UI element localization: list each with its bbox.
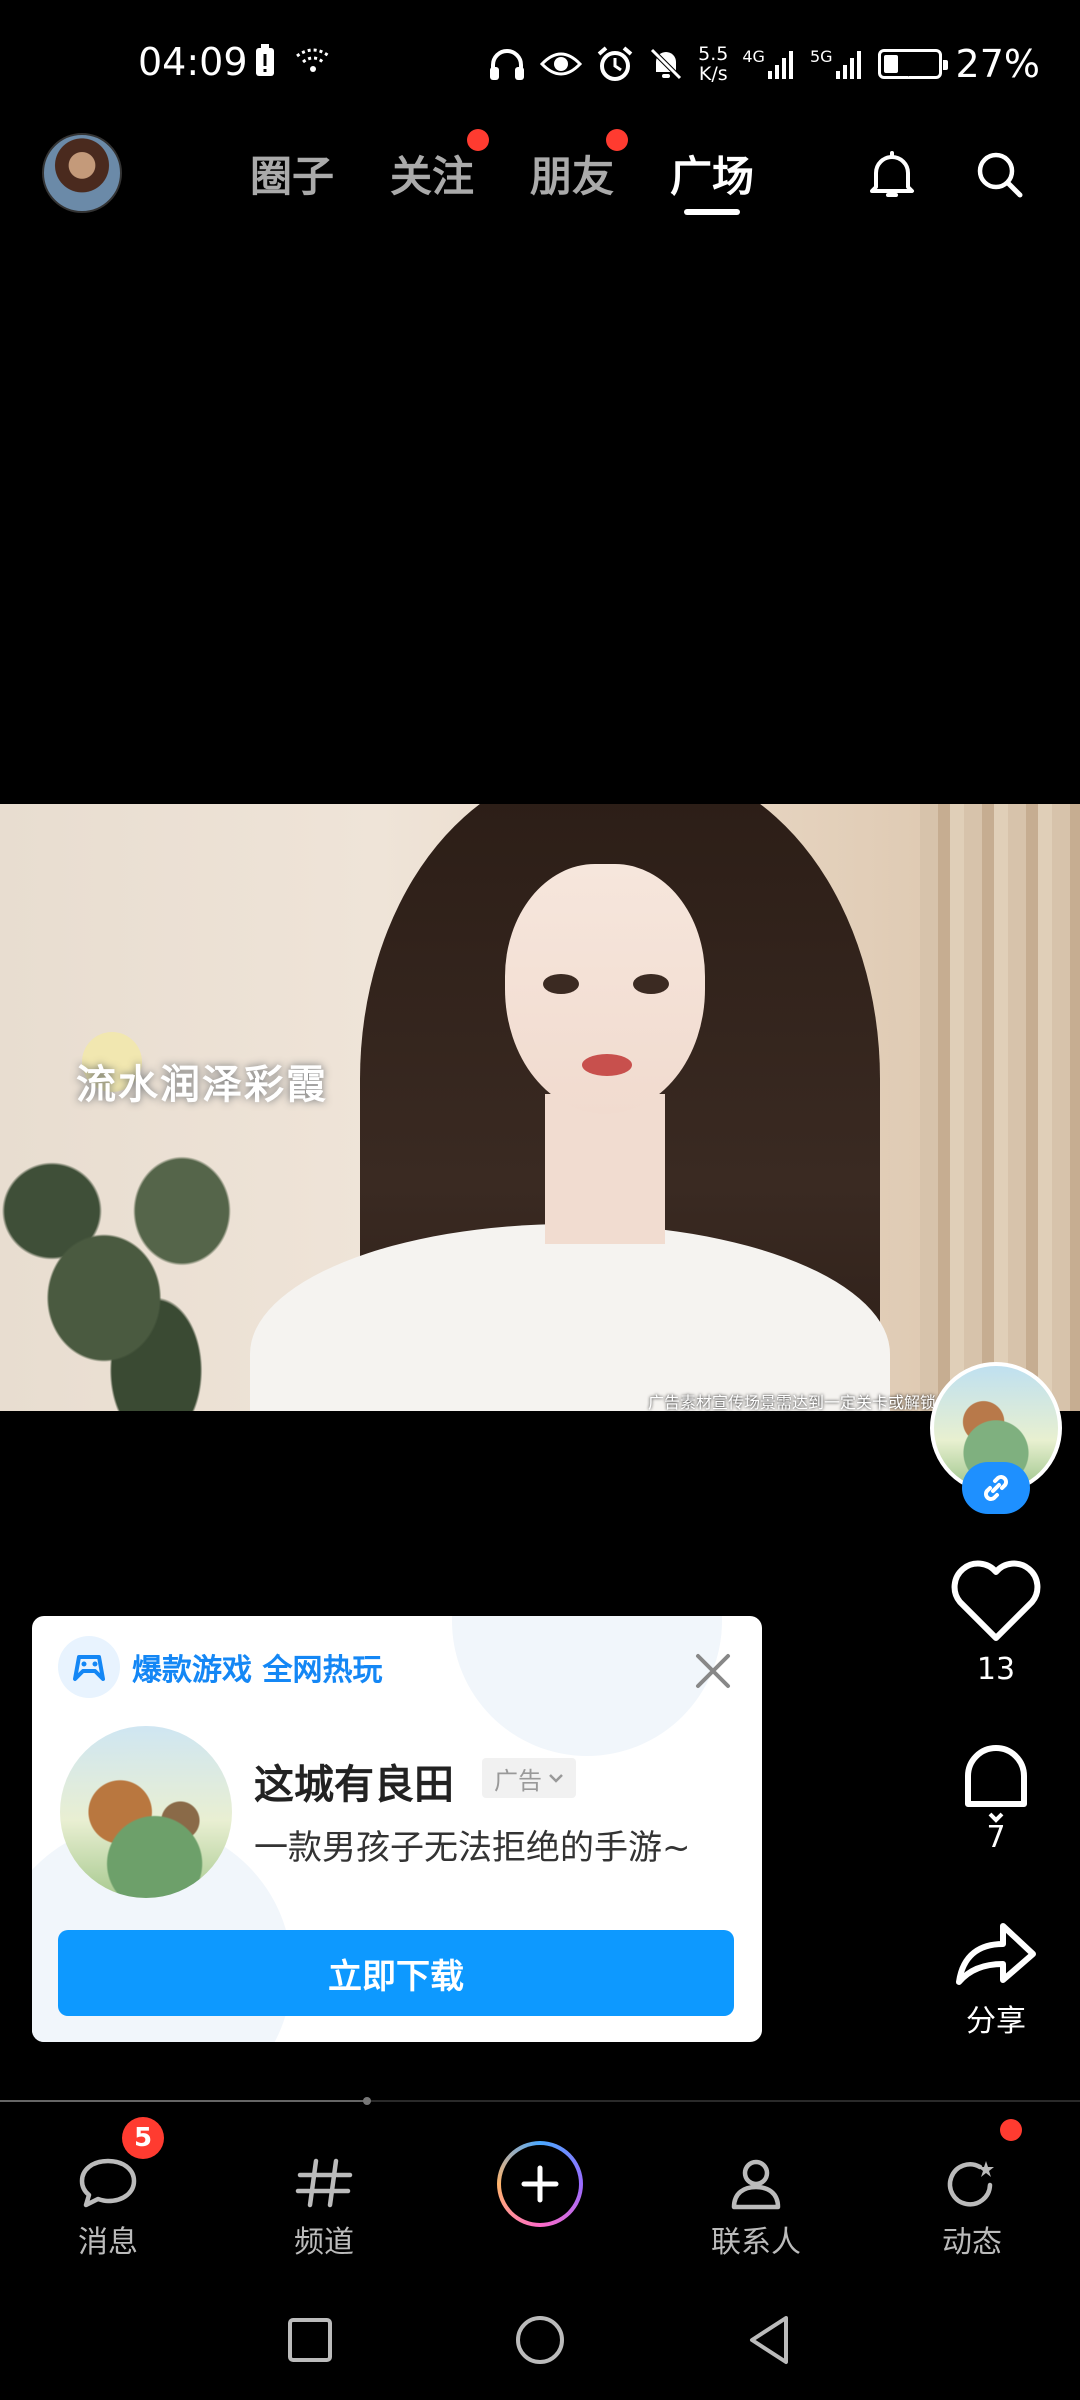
ad-app-icon[interactable] xyxy=(60,1726,232,1898)
nav-messages[interactable]: 消息 xyxy=(28,2155,188,2261)
ad-card[interactable]: 爆款游戏 全网热玩 这城有良田 广告 一款男孩子无法拒绝的手游~ 立即下载 xyxy=(32,1616,762,2042)
alarm-icon xyxy=(597,46,633,81)
following-unread-dot xyxy=(467,129,489,151)
status-time: 04:09 xyxy=(138,40,248,84)
eye-icon xyxy=(540,52,583,76)
user-avatar[interactable] xyxy=(42,133,122,213)
share-arrow-icon xyxy=(956,1923,1036,1985)
battery-icon xyxy=(877,49,948,79)
ad-app-name[interactable]: 这城有良田 xyxy=(254,1752,454,1810)
nav-moments[interactable]: 动态 xyxy=(892,2155,1052,2261)
signal-bars-icon xyxy=(835,51,861,79)
network-speed-value: 5.5 xyxy=(698,43,729,65)
chevron-down-icon xyxy=(549,1774,563,1783)
ad-header-text: 爆款游戏 全网热玩 xyxy=(132,1653,383,1688)
contacts-icon xyxy=(731,2159,781,2210)
ad-card-decoration xyxy=(452,1616,722,1756)
signal-4g: 4G xyxy=(742,49,796,79)
battery-alert-icon xyxy=(256,44,274,76)
moments-unread-dot xyxy=(1000,2119,1022,2141)
status-bar: 04:09 5.5 K/s 4G 5G 27% xyxy=(0,0,1080,130)
comment-count: 7 xyxy=(986,1820,1006,1855)
charging-bolt-icon xyxy=(903,53,918,77)
bell-comment-icon xyxy=(965,1745,1027,1823)
download-button[interactable]: 立即下载 xyxy=(58,1930,734,2016)
share-label: 分享 xyxy=(966,2004,1026,2039)
system-nav-bar xyxy=(0,2300,1080,2400)
video-curtain xyxy=(920,804,1080,1411)
network-speed-unit: K/s xyxy=(698,63,728,85)
share-button[interactable]: 分享 xyxy=(940,1918,1052,2040)
nav-messages-label: 消息 xyxy=(78,2225,138,2260)
friends-unread-dot xyxy=(606,129,628,151)
search-icon[interactable] xyxy=(970,145,1030,205)
video-player[interactable]: 流水润泽彩霞 广告素材宣传场景需达到一定关卡或解锁后实现 xyxy=(0,804,1080,1411)
create-post-button[interactable] xyxy=(497,2141,583,2227)
video-overlay-text: 流水润泽彩霞 xyxy=(76,1061,328,1108)
nav-moments-label: 动态 xyxy=(942,2225,1002,2260)
hashtag-icon xyxy=(295,2158,353,2208)
link-icon xyxy=(984,1475,1008,1501)
ad-description: 一款男孩子无法拒绝的手游~ xyxy=(254,1828,691,1868)
tab-following[interactable]: 关注 xyxy=(390,143,474,204)
refresh-star-icon xyxy=(947,2161,994,2207)
message-icon xyxy=(79,2158,137,2208)
video-progress-knob[interactable] xyxy=(363,2097,371,2105)
wifi-icon xyxy=(296,48,330,72)
video-lips xyxy=(582,1054,632,1076)
messages-badge: 5 xyxy=(122,2117,164,2159)
home-circle-icon[interactable] xyxy=(510,2310,570,2370)
tab-circles[interactable]: 圈子 xyxy=(250,143,334,204)
ad-header-icon-wrap xyxy=(58,1636,120,1698)
signal-5g: 5G xyxy=(810,49,864,79)
video-progress-bar[interactable] xyxy=(0,2097,1080,2105)
link-badge[interactable] xyxy=(962,1462,1030,1514)
status-left-icons xyxy=(254,44,332,78)
video-person-neck xyxy=(545,1094,665,1244)
recents-square-icon[interactable] xyxy=(280,2310,340,2370)
heart-icon xyxy=(951,1560,1041,1641)
close-icon[interactable] xyxy=(694,1652,732,1690)
like-button[interactable]: 13 xyxy=(940,1560,1052,1687)
bottom-nav: 消息 5 频道 联系人 动态 xyxy=(0,2105,1080,2280)
game-controller-icon xyxy=(73,1655,105,1681)
ad-tag[interactable]: 广告 xyxy=(482,1758,576,1798)
tab-square[interactable]: 广场 xyxy=(670,143,754,204)
ad-tag-label: 广告 xyxy=(494,1766,542,1795)
nav-contacts[interactable]: 联系人 xyxy=(676,2155,836,2261)
plus-icon xyxy=(521,2165,559,2203)
ad-header: 爆款游戏 全网热玩 xyxy=(58,1636,382,1698)
back-triangle-icon[interactable] xyxy=(740,2310,800,2370)
battery-fill xyxy=(883,55,898,73)
active-tab-indicator xyxy=(684,209,740,215)
network-speed: 5.5 K/s xyxy=(698,44,728,84)
video-progress-fill xyxy=(0,2100,367,2102)
signal-bars-icon xyxy=(767,51,793,79)
net-4g-label: 4G xyxy=(742,47,765,66)
comment-button[interactable]: 7 xyxy=(940,1734,1052,1855)
nav-channels[interactable]: 频道 xyxy=(244,2155,404,2261)
status-right-icons: 5.5 K/s 4G 5G 27% xyxy=(488,42,1040,86)
nav-contacts-label: 联系人 xyxy=(711,2225,801,2260)
net-5g-label: 5G xyxy=(809,47,833,66)
nav-channels-label: 频道 xyxy=(294,2225,354,2260)
headphones-icon xyxy=(490,49,525,80)
video-plant xyxy=(0,1124,260,1411)
mute-icon xyxy=(650,48,682,80)
create-post-inner xyxy=(501,2145,579,2223)
top-nav: 圈子 关注 朋友 广场 xyxy=(0,125,1080,225)
video-eye-left xyxy=(543,974,579,994)
like-count: 13 xyxy=(976,1652,1016,1687)
bell-icon[interactable] xyxy=(862,145,922,205)
video-eye-right xyxy=(633,974,669,994)
battery-percent: 27% xyxy=(955,42,1040,86)
tab-friends[interactable]: 朋友 xyxy=(530,143,614,204)
video-person-face xyxy=(505,864,705,1114)
